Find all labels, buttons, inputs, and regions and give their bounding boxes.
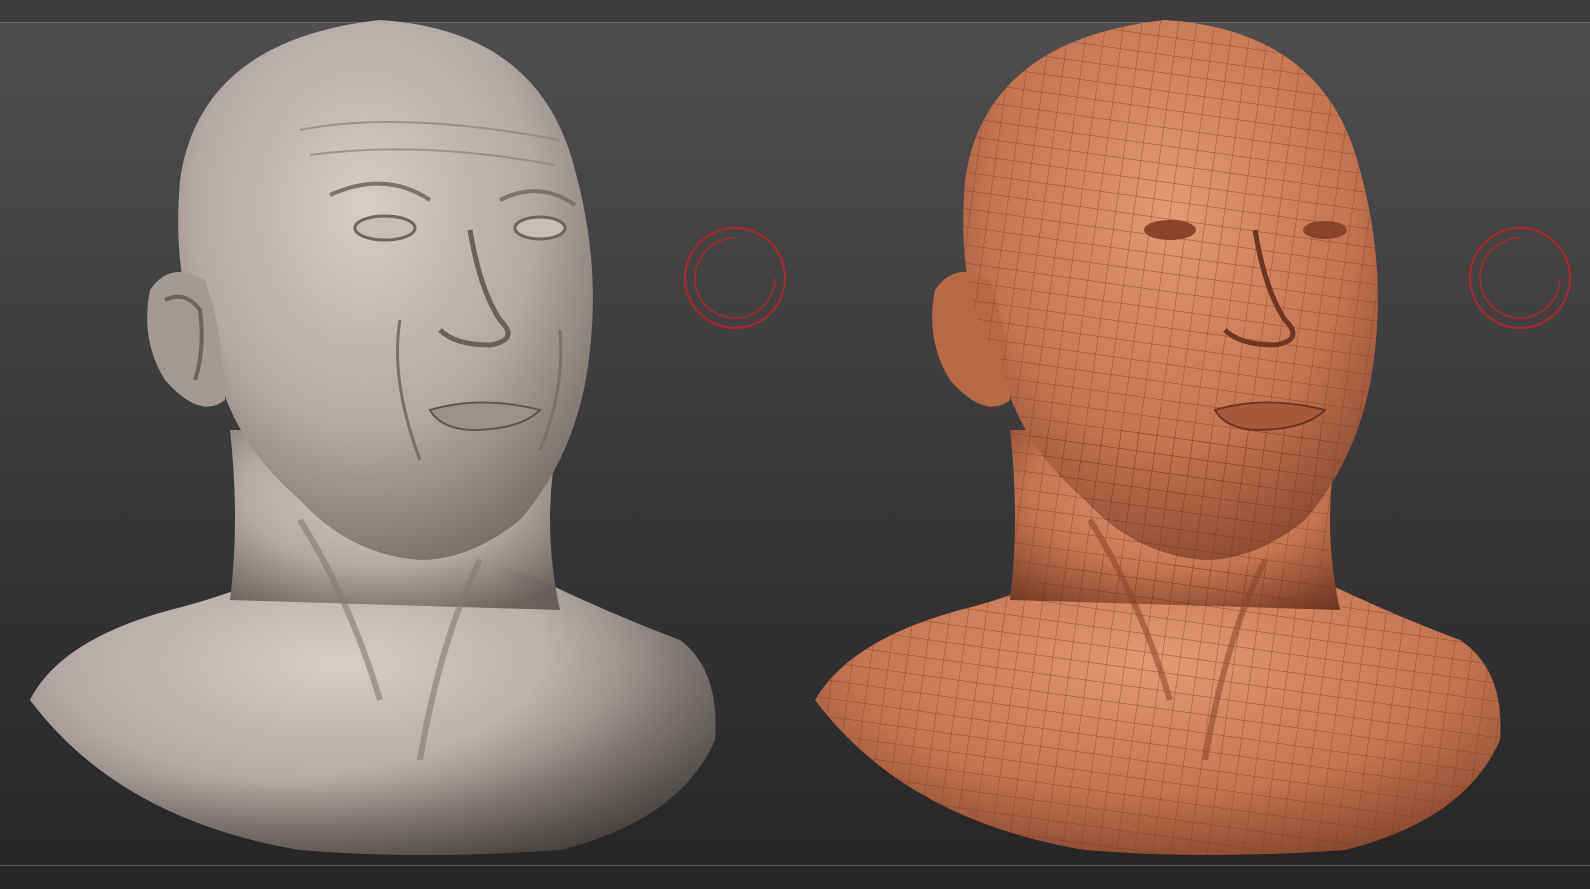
bottom-divider bbox=[0, 865, 1590, 889]
zbrush-viewport[interactable] bbox=[0, 0, 1590, 889]
viewport-svg bbox=[0, 20, 1590, 865]
